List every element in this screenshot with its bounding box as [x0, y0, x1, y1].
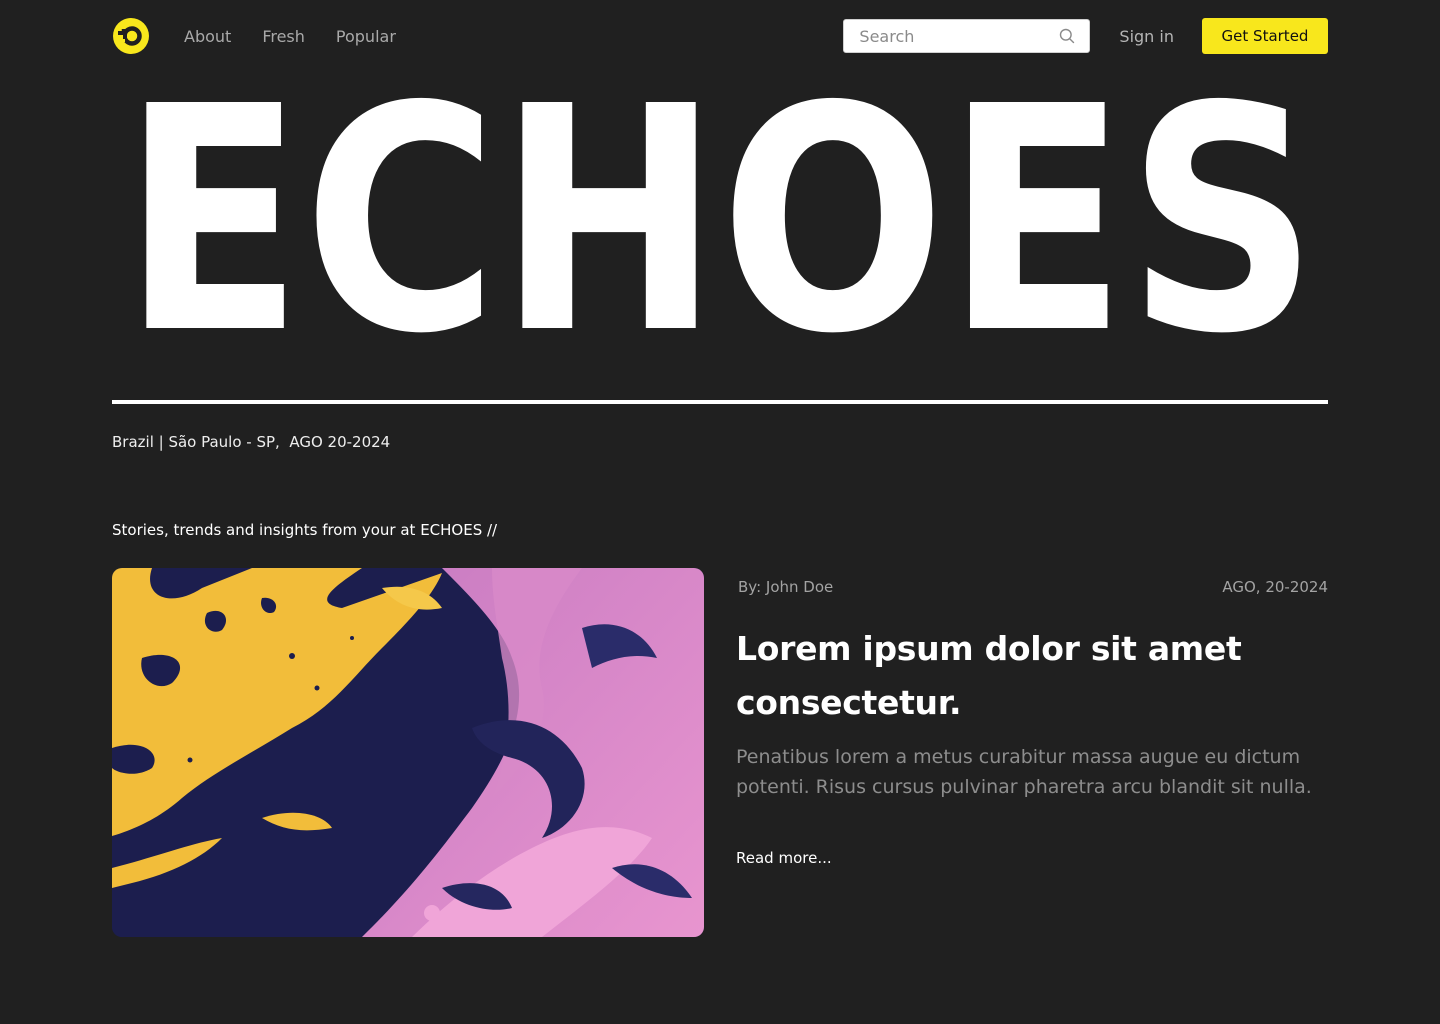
- landing-page: About Fresh Popular Sign in Get Started …: [0, 0, 1440, 1024]
- nav-link-fresh[interactable]: Fresh: [262, 27, 305, 46]
- search-input[interactable]: [859, 26, 1060, 46]
- search-box: [843, 19, 1091, 53]
- hero-title: ECHOES: [112, 92, 1328, 350]
- article-title[interactable]: Lorem ipsum dolor sit amet consectetur.: [736, 622, 1316, 730]
- article-meta: By: John Doe AGO, 20-2024: [738, 578, 1328, 596]
- sign-in-link[interactable]: Sign in: [1119, 27, 1174, 46]
- main-nav: About Fresh Popular: [184, 27, 396, 46]
- section-tagline: Stories, trends and insights from your a…: [112, 521, 498, 539]
- search-icon[interactable]: [1059, 28, 1075, 44]
- location-dateline: Brazil | São Paulo - SP, AGO 20-2024: [112, 433, 391, 451]
- nav-link-popular[interactable]: Popular: [336, 27, 396, 46]
- article-date: AGO, 20-2024: [1222, 578, 1328, 596]
- nav-link-about[interactable]: About: [184, 27, 231, 46]
- hero-title-text: ECHOES: [122, 92, 1318, 350]
- article-excerpt: Penatibus lorem a metus curabitur massa …: [736, 746, 1312, 798]
- get-started-button[interactable]: Get Started: [1202, 18, 1328, 54]
- read-more-link[interactable]: Read more...: [736, 849, 832, 867]
- article-author: By: John Doe: [738, 578, 834, 596]
- hero-divider: [112, 400, 1328, 404]
- top-nav: About Fresh Popular Sign in Get Started: [112, 18, 1328, 54]
- feature-article-image[interactable]: [112, 568, 704, 937]
- refresh-logo-icon[interactable]: [112, 17, 150, 55]
